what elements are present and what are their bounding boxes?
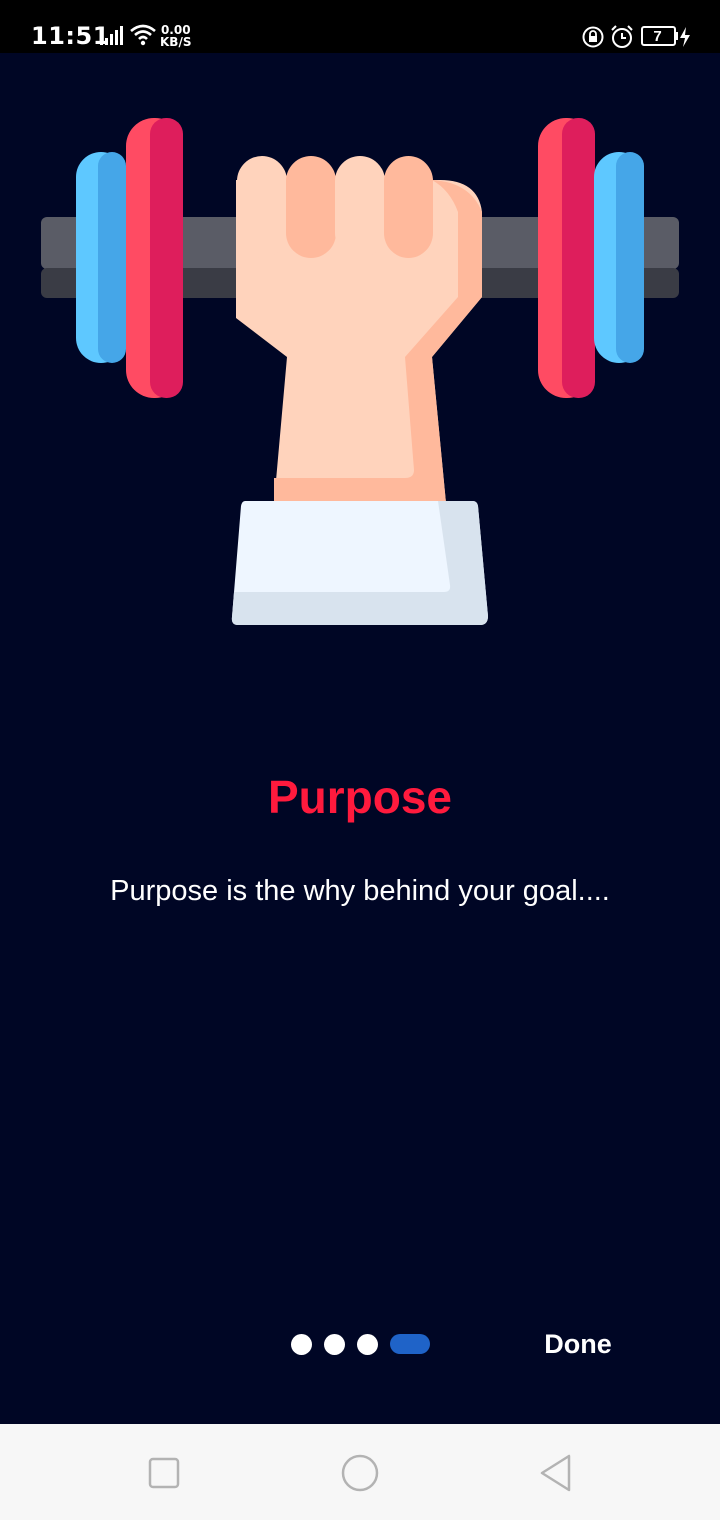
triangle-back-icon xyxy=(540,1454,571,1492)
page-indicator xyxy=(291,1333,430,1355)
wifi-icon xyxy=(130,24,156,46)
page-dot-1[interactable] xyxy=(291,1333,312,1355)
battery-level: 7 xyxy=(653,28,662,45)
system-navigation-bar xyxy=(0,1424,720,1520)
charging-icon xyxy=(680,27,690,47)
page-dot-4-active[interactable] xyxy=(390,1334,430,1354)
onboarding-title: Purpose xyxy=(267,771,453,823)
page-dot-3[interactable] xyxy=(357,1333,378,1355)
page-dot-2[interactable] xyxy=(324,1333,345,1355)
done-button[interactable]: Done xyxy=(532,1322,624,1366)
status-time: 11:51 xyxy=(31,22,110,50)
alarm-icon xyxy=(611,25,633,48)
back-button[interactable] xyxy=(531,1448,581,1498)
signal-icon xyxy=(100,26,123,45)
network-speed-unit: KB/S xyxy=(160,35,192,49)
rotation-lock-icon xyxy=(582,26,604,48)
status-bar: 11:51 0.00 KB/S 7 xyxy=(0,0,720,53)
home-button[interactable] xyxy=(335,1448,385,1498)
dumbbell-hand-illustration xyxy=(41,118,679,625)
circle-icon xyxy=(341,1454,379,1492)
square-icon xyxy=(148,1457,180,1489)
network-speed: 0.00 KB/S xyxy=(160,24,191,48)
recents-button[interactable] xyxy=(139,1448,189,1498)
onboarding-subtitle: Purpose is the why behind your goal.... xyxy=(110,875,610,907)
